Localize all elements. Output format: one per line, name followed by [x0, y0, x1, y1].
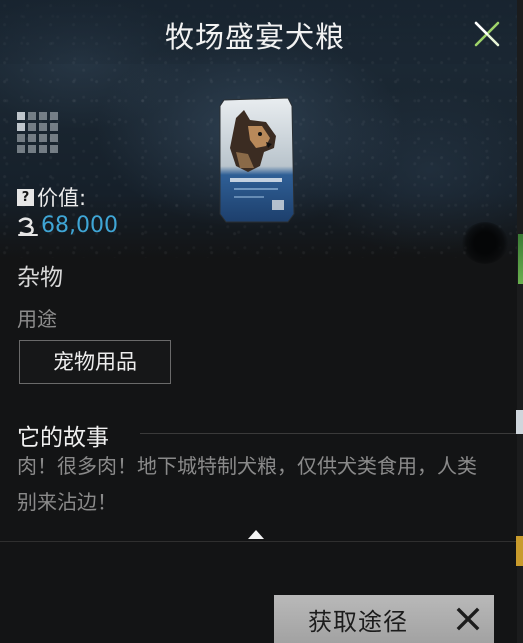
- close-button[interactable]: [468, 16, 506, 52]
- item-value: 68,000: [41, 213, 118, 238]
- close-x-icon: [456, 607, 480, 631]
- value-label-text: 价值:: [37, 186, 87, 210]
- grade-grid-icon: [17, 112, 59, 154]
- edge-highlight-light: [516, 410, 523, 434]
- value-label: ? 价值:: [17, 182, 86, 212]
- item-title: 牧场盛宴犬粮: [164, 20, 345, 54]
- dog-food-bag-image: [219, 97, 295, 223]
- story-title: 它的故事: [17, 425, 109, 451]
- close-x-icon: [474, 21, 500, 47]
- question-mark-icon[interactable]: ?: [17, 188, 34, 206]
- story-text: 肉！很多肉！地下城特制犬粮，仅供犬类食用，人类别来沾边！: [17, 454, 477, 514]
- coin-currency-icon: [18, 216, 38, 236]
- item-detail-panel: 牧场盛宴犬粮 ? 价值: 68,000 杂物 用途 宠物用品 它的故事 肉！很多…: [0, 0, 523, 643]
- section-divider: [0, 541, 523, 542]
- edge-highlight-gold: [516, 536, 523, 566]
- story-divider: [140, 433, 523, 434]
- usage-tag[interactable]: 宠物用品: [19, 340, 171, 384]
- edge-highlight-green: [518, 234, 523, 284]
- background-blot: [462, 222, 508, 264]
- acquire-source-label: 获取途径: [308, 607, 408, 636]
- value-row: 68,000: [17, 213, 118, 238]
- item-category: 杂物: [17, 265, 63, 291]
- usage-label: 用途: [17, 307, 57, 331]
- caret-up-icon: [248, 530, 264, 539]
- acquire-source-button[interactable]: 获取途径: [274, 595, 494, 643]
